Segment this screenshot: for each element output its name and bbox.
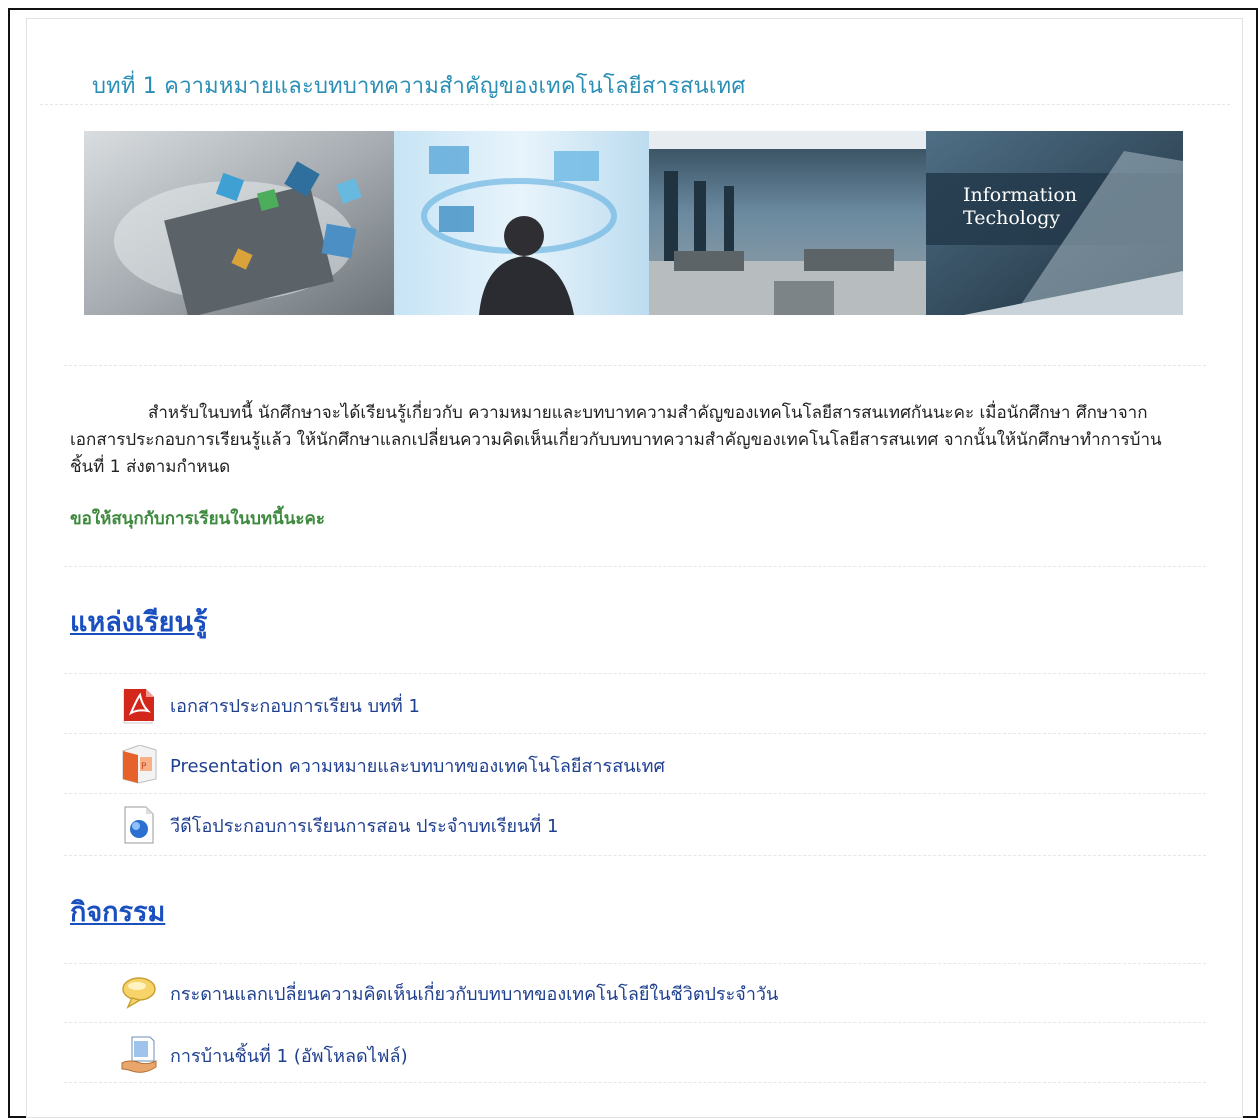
forum-icon [122, 977, 156, 1009]
svg-text:P: P [141, 762, 147, 772]
activity-item-label[interactable]: การบ้านชิ้นที่ 1 (อัพโหลดไฟล์) [170, 1041, 408, 1070]
banner-caption-1: Information [963, 184, 1077, 206]
banner-caption-2: Techology [963, 207, 1060, 229]
divider [64, 963, 1206, 964]
activity-item-assignment[interactable]: การบ้านชิ้นที่ 1 (อัพโหลดไฟล์) [120, 1035, 408, 1075]
resource-item-video[interactable]: วีดีโอประกอบการเรียนการสอน ประจำบทเรียนท… [120, 805, 558, 845]
intro-text: สำหรับในบทนี้ นักศึกษาจะได้เรียนรู้เกี่ย… [70, 403, 1162, 477]
divider [64, 855, 1206, 856]
powerpoint-icon: P [122, 745, 157, 784]
divider [64, 793, 1206, 794]
divider [64, 1022, 1206, 1023]
resource-item-label[interactable]: เอกสารประกอบการเรียน บทที่ 1 [170, 691, 420, 720]
fun-message: ขอให้สนุกกับการเรียนในบทนี้นะคะ [70, 509, 325, 529]
divider [64, 566, 1206, 567]
activity-item-label[interactable]: กระดานแลกเปลี่ยนความคิดเห็นเกี่ยวกับบทบา… [170, 979, 778, 1008]
divider [64, 733, 1206, 734]
banner-image: Information Techology [84, 131, 1183, 315]
activities-heading[interactable]: กิจกรรม [70, 890, 165, 933]
divider [64, 1082, 1206, 1083]
divider [64, 673, 1206, 674]
divider [40, 104, 1230, 105]
pdf-icon [123, 689, 154, 724]
assignment-icon [121, 1036, 157, 1073]
intro-paragraph: สำหรับในบทนี้ นักศึกษาจะได้เรียนรู้เกี่ย… [70, 400, 1180, 481]
resource-item-presentation[interactable]: P Presentation ความหมายและบทบาทของเทคโนโ… [120, 745, 665, 785]
resource-item-label[interactable]: วีดีโอประกอบการเรียนการสอน ประจำบทเรียนท… [170, 811, 558, 840]
resource-item-document[interactable]: เอกสารประกอบการเรียน บทที่ 1 [120, 685, 420, 725]
video-file-icon [124, 806, 154, 844]
resource-item-label[interactable]: Presentation ความหมายและบทบาทของเทคโนโลย… [170, 751, 665, 780]
page-title: บทที่ 1 ความหมายและบทบาทความสำคัญของเทคโ… [92, 74, 746, 99]
divider [64, 365, 1206, 366]
resources-heading[interactable]: แหล่งเรียนรู้ [70, 600, 207, 643]
activity-item-forum[interactable]: กระดานแลกเปลี่ยนความคิดเห็นเกี่ยวกับบทบา… [120, 973, 778, 1013]
